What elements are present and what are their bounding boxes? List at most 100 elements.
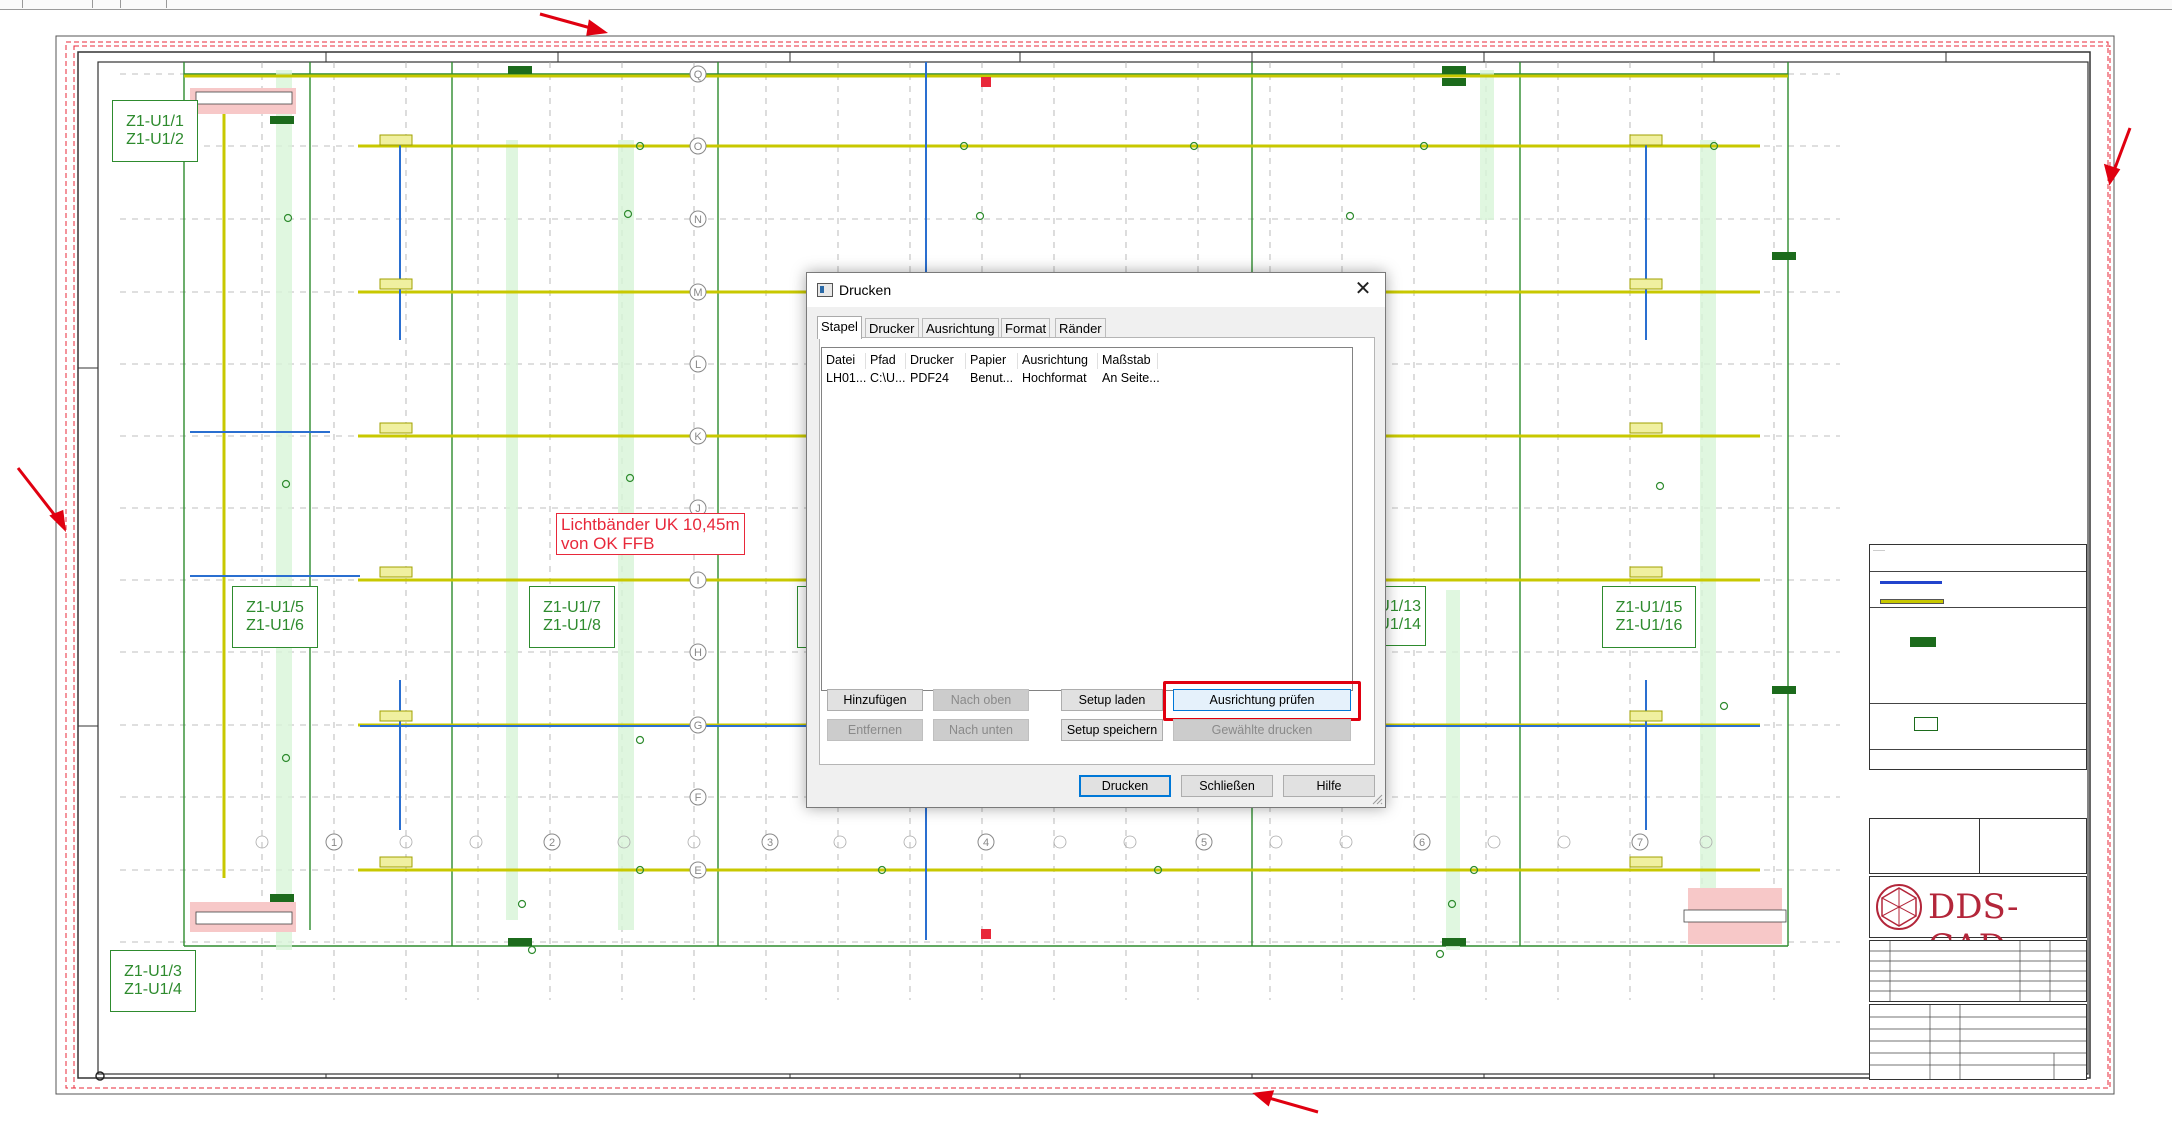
cell-datei: LH01... (826, 371, 866, 385)
legend-row-divider (1870, 571, 2086, 572)
junction-box (1629, 856, 1663, 868)
legend-text: ——— (1873, 547, 1885, 552)
fixture-symbol (1655, 481, 1665, 491)
zone-label-line: Z1-U1/7 (543, 599, 601, 616)
batch-file-list[interactable]: Datei Pfad Drucker Papier Ausrichtung Ma… (821, 347, 1353, 691)
print-selected-button[interactable]: Gewählte drucken (1173, 719, 1351, 741)
grid-col-marker-minor (833, 835, 847, 849)
skylight-note: Lichtbänder UK 10,45m von OK FFB (556, 513, 745, 555)
grid-col-label: 7 (1637, 837, 1643, 849)
tab-stapel[interactable]: Stapel (817, 316, 862, 339)
grid-col-label: 5 (1201, 837, 1207, 849)
zone-label-line: Z1-U1/1 (126, 113, 184, 130)
luminaire-symbol (1772, 252, 1796, 260)
junction-box (379, 422, 413, 434)
close-button[interactable]: Schließen (1181, 775, 1273, 797)
zone-label-line: Z1-U1/6 (246, 617, 304, 634)
revision-table-lines (1870, 941, 2086, 1001)
origin-marker (95, 1071, 105, 1081)
titleblock-revision-table (1869, 940, 2087, 1002)
grid-col-marker-minor (1487, 835, 1501, 849)
tab-ausrichtung[interactable]: Ausrichtung (922, 318, 999, 338)
luminaire-symbol (1772, 686, 1796, 694)
luminaire-symbol (1442, 938, 1466, 946)
titleblock-client-box (1869, 818, 1981, 874)
column-header-datei[interactable]: Datei (822, 353, 866, 369)
zone-label-line: Z1-U1/4 (124, 981, 182, 998)
grid-col-marker-minor (1269, 835, 1283, 849)
tab-format[interactable]: Format (1001, 318, 1051, 338)
info-table-lines (1870, 1005, 2086, 1079)
arrow-head (586, 19, 608, 36)
junction-box (1629, 134, 1663, 146)
light-band (276, 70, 292, 950)
luminaire-symbol (1442, 78, 1466, 86)
close-icon[interactable]: ✕ (1351, 277, 1375, 301)
fixture-symbol (1719, 701, 1729, 711)
junction-box (379, 710, 413, 722)
junction-box (1629, 422, 1663, 434)
zone-label: Z1-U1/1 Z1-U1/2 (112, 100, 198, 162)
dialog-title-bar[interactable]: Drucken ✕ (807, 273, 1385, 307)
remove-button[interactable]: Entfernen (827, 719, 923, 741)
zone-label: Z1-U1/5 Z1-U1/6 (232, 586, 318, 648)
cell-massstab: An Seite... (1102, 371, 1160, 385)
grid-row-label: N (694, 214, 702, 226)
luminaire-symbol (270, 894, 294, 902)
small-tag (195, 911, 293, 925)
dds-cad-logo: DDS-CAD (1869, 876, 2087, 967)
small-tag (1683, 909, 1787, 923)
fixture-symbol (517, 899, 527, 909)
column-header-massstab[interactable]: Maßstab (1098, 353, 1158, 369)
column-header-ausrichtung[interactable]: Ausrichtung (1018, 353, 1098, 369)
legend-swatch-support (1914, 717, 1938, 731)
column-header-drucker[interactable]: Drucker (906, 353, 966, 369)
move-up-button[interactable]: Nach oben (933, 689, 1029, 711)
junction-box (379, 134, 413, 146)
junction-box (1629, 566, 1663, 578)
small-tag (195, 91, 293, 105)
add-button[interactable]: Hinzufügen (827, 689, 923, 711)
legend-block: ——— (1869, 544, 2087, 770)
cell-ausrichtung: Hochformat (1022, 371, 1087, 385)
titleblock-project-box (1979, 818, 2087, 874)
fixture-symbol (635, 735, 645, 745)
luminaire-symbol (270, 116, 294, 124)
arrow-head (49, 509, 67, 533)
junction-box (379, 856, 413, 868)
red-highlight-box (1163, 681, 1361, 721)
legend-row-divider (1870, 749, 2086, 750)
tab-raender[interactable]: Ränder (1055, 318, 1106, 338)
red-marker (981, 929, 991, 939)
load-setup-button[interactable]: Setup laden (1061, 689, 1163, 711)
grid-row-label: H (694, 647, 702, 659)
legend-swatch-yellow (1880, 599, 1944, 604)
resize-grip-icon[interactable] (1371, 793, 1383, 805)
save-setup-button[interactable]: Setup speichern (1061, 719, 1163, 741)
print-button[interactable]: Drucken (1079, 775, 1171, 797)
dialog-title: Drucken (839, 282, 892, 298)
column-header-papier[interactable]: Papier (966, 353, 1018, 369)
move-down-button[interactable]: Nach unten (933, 719, 1029, 741)
grid-row-label: E (694, 865, 701, 877)
grid-col-label: 3 (767, 837, 773, 849)
arrow-head (1252, 1090, 1275, 1107)
grid-row-label: Q (694, 69, 703, 81)
fixture-symbol (1345, 211, 1355, 221)
fixture-symbol (975, 211, 985, 221)
tab-drucker[interactable]: Drucker (865, 318, 919, 338)
legend-swatch-blue (1880, 581, 1942, 584)
cell-papier: Benut... (970, 371, 1014, 385)
junction-box (379, 566, 413, 578)
grid-row-label: G (694, 720, 703, 732)
column-header-pfad[interactable]: Pfad (866, 353, 906, 369)
light-band (1446, 590, 1460, 950)
fixture-symbol (1435, 949, 1445, 959)
help-button[interactable]: Hilfe (1283, 775, 1375, 797)
note-line: von OK FFB (561, 534, 655, 553)
zone-label: Z1-U1/15 Z1-U1/16 (1602, 586, 1696, 648)
zone-label-line: Z1-U1/2 (126, 131, 184, 148)
grid-col-label: 1 (331, 837, 337, 849)
note-line: Lichtbänder UK 10,45m (561, 515, 740, 534)
light-band (506, 140, 518, 920)
